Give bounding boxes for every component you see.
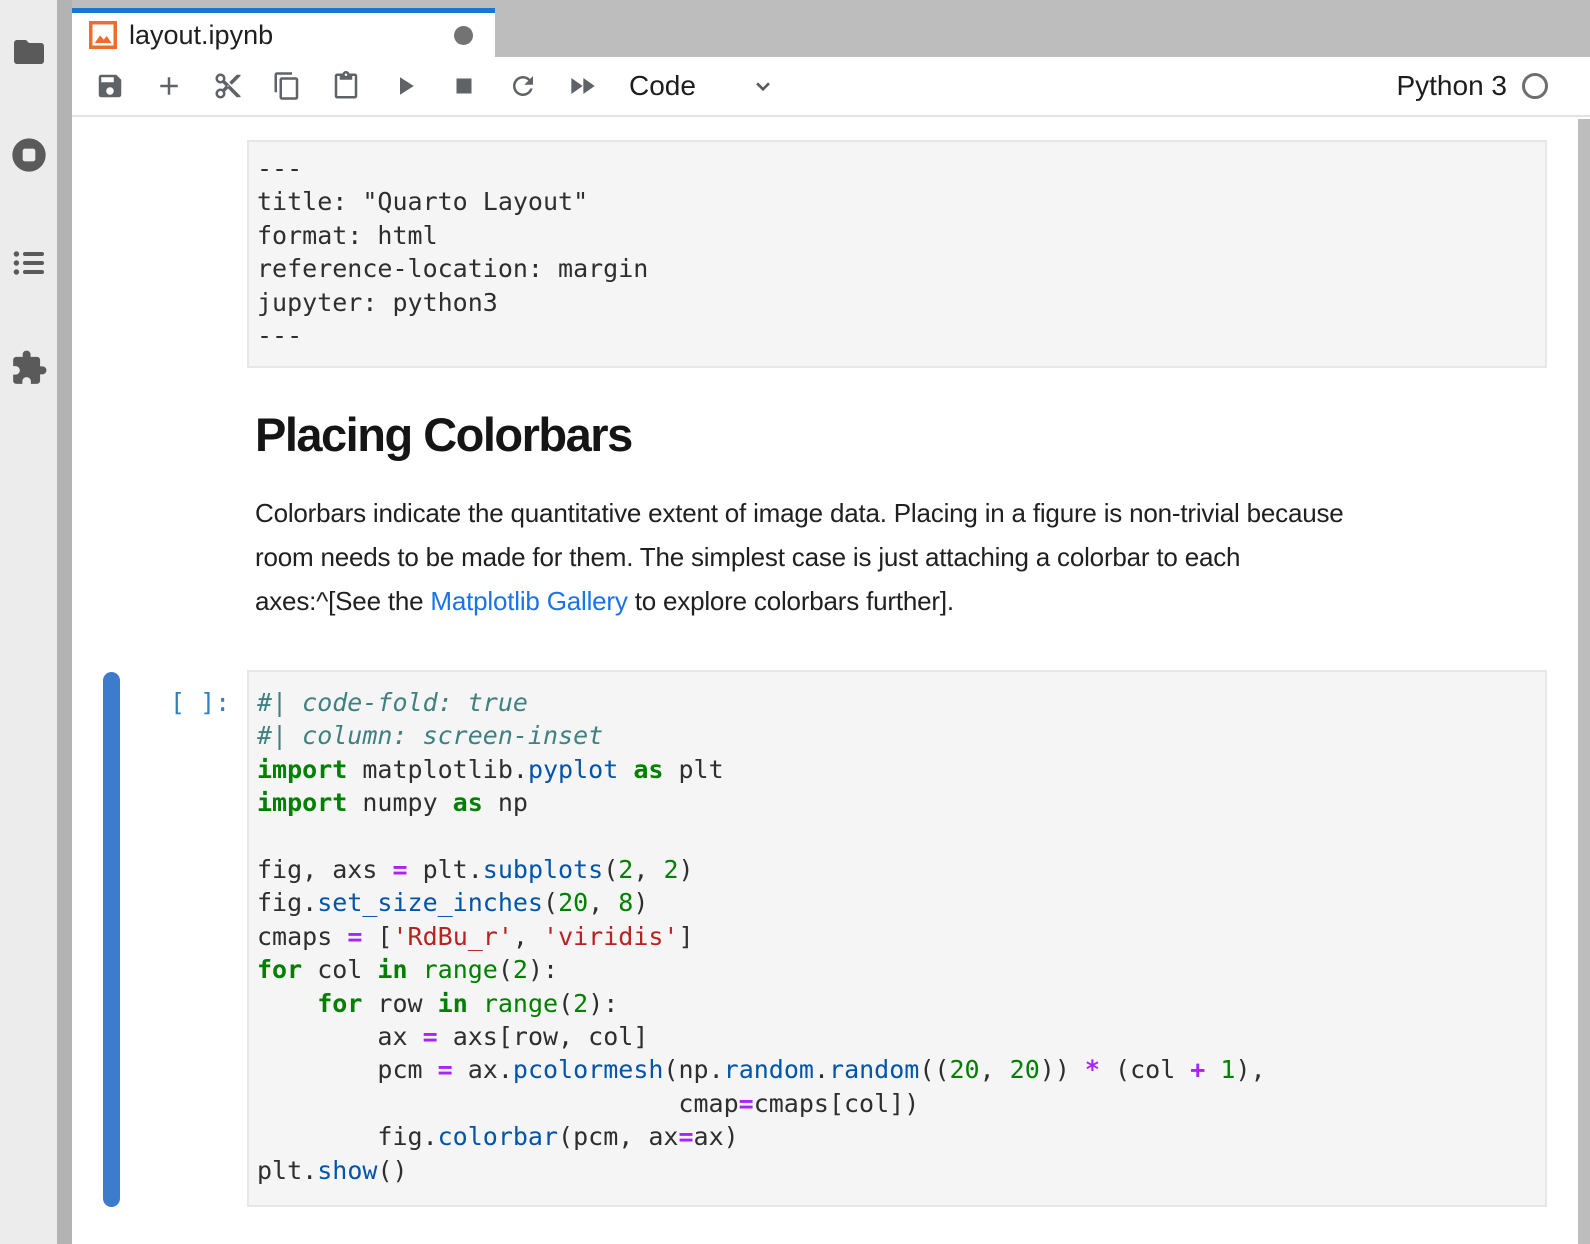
- code-cell-line: for row in range(2):: [257, 987, 1537, 1020]
- tab-bar: layout.ipynb: [72, 0, 1590, 57]
- jupyterlab-window: layout.ipynb C: [0, 0, 1590, 1244]
- unsaved-changes-indicator: [454, 26, 473, 45]
- raw-cell-line: reference-location: margin: [257, 252, 1537, 285]
- left-activity-bar: [0, 0, 57, 1244]
- code-cell-editor[interactable]: #| code-fold: true#| column: screen-inse…: [247, 670, 1547, 1207]
- raw-cell-line: format: html: [257, 219, 1537, 252]
- kernel-status-icon: [1522, 73, 1548, 99]
- code-cell-line: fig.set_size_inches(20, 8): [257, 886, 1537, 919]
- raw-cell-editor[interactable]: ---title: "Quarto Layout"format: htmlref…: [247, 140, 1547, 368]
- folder-icon: [11, 34, 47, 70]
- kernel-indicator[interactable]: Python 3: [1396, 70, 1548, 102]
- kernel-name: Python 3: [1396, 70, 1507, 102]
- cell-type-dropdown[interactable]: Code: [629, 70, 776, 102]
- markdown-heading: Placing Colorbars: [255, 411, 632, 458]
- paragraph-text: axes:^[See the: [255, 586, 430, 616]
- notebook-scrollbar[interactable]: [1578, 119, 1590, 1244]
- code-cell-line: fig, axs = plt.subplots(2, 2): [257, 853, 1537, 886]
- paragraph-text: Colorbars indicate the quantitative exte…: [255, 498, 1344, 528]
- clipboard-icon: [331, 71, 361, 101]
- interrupt-kernel-button[interactable]: [446, 68, 482, 104]
- puzzle-icon: [10, 349, 48, 387]
- run-cell-button[interactable]: [387, 68, 423, 104]
- code-cell-line: import matplotlib.pyplot as plt: [257, 753, 1537, 786]
- code-cell-line: ax = axs[row, col]: [257, 1020, 1537, 1053]
- code-cell-line: #| code-fold: true: [257, 686, 1537, 719]
- notebook-toolbar: Code Python 3: [72, 57, 1590, 117]
- save-icon: [95, 71, 125, 101]
- code-cell-line: #| column: screen-inset: [257, 719, 1537, 752]
- cut-cells-button[interactable]: [210, 68, 246, 104]
- restart-run-all-button[interactable]: [564, 68, 600, 104]
- copy-icon: [272, 71, 302, 101]
- sidebar-item-file-browser[interactable]: [0, 30, 57, 74]
- fast-forward-icon: [566, 70, 598, 102]
- refresh-icon: [508, 71, 538, 101]
- paste-cells-button[interactable]: [328, 68, 364, 104]
- code-cell-line: import numpy as np: [257, 786, 1537, 819]
- insert-cell-button[interactable]: [151, 68, 187, 104]
- stop-icon: [449, 71, 479, 101]
- code-cell-line: plt.show(): [257, 1154, 1537, 1187]
- code-cell-line: cmaps = ['RdBu_r', 'viridis']: [257, 920, 1537, 953]
- markdown-paragraph: Colorbars indicate the quantitative exte…: [255, 491, 1585, 623]
- code-cell-line: [257, 820, 1537, 853]
- notebook-icon: [88, 20, 118, 50]
- plus-icon: [154, 71, 184, 101]
- list-icon: [11, 245, 47, 281]
- sidebar-item-table-of-contents[interactable]: [0, 241, 57, 285]
- code-cell-line: pcm = ax.pcolormesh(np.random.random((20…: [257, 1053, 1537, 1086]
- tab-title: layout.ipynb: [129, 20, 273, 51]
- paragraph-text: to explore colorbars further].: [628, 586, 954, 616]
- sidebar-item-extensions[interactable]: [0, 346, 57, 390]
- run-icon: [390, 71, 420, 101]
- paragraph-text: room needs to be made for them. The simp…: [255, 542, 1240, 572]
- code-cell-line: for col in range(2):: [257, 953, 1537, 986]
- copy-cells-button[interactable]: [269, 68, 305, 104]
- notebook-panel: ---title: "Quarto Layout"format: htmlref…: [72, 119, 1578, 1244]
- cell-input-prompt: [ ]:: [170, 686, 230, 719]
- chevron-down-icon: [750, 73, 776, 99]
- stop-circle-icon: [9, 135, 49, 175]
- sidebar-divider: [57, 0, 72, 1244]
- sidebar-item-running-kernels[interactable]: [0, 133, 57, 177]
- scissors-icon: [213, 71, 243, 101]
- active-cell-collapser[interactable]: [103, 672, 120, 1207]
- cell-type-label: Code: [629, 70, 696, 102]
- save-button[interactable]: [92, 68, 128, 104]
- raw-cell-line: jupyter: python3: [257, 286, 1537, 319]
- tab-layout-ipynb[interactable]: layout.ipynb: [72, 8, 495, 57]
- raw-cell-line: ---: [257, 152, 1537, 185]
- code-cell-line: fig.colorbar(pcm, ax=ax): [257, 1120, 1537, 1153]
- code-cell-line: cmap=cmaps[col]): [257, 1087, 1537, 1120]
- matplotlib-gallery-link[interactable]: Matplotlib Gallery: [430, 586, 627, 616]
- restart-kernel-button[interactable]: [505, 68, 541, 104]
- raw-cell-line: title: "Quarto Layout": [257, 185, 1537, 218]
- raw-cell-line: ---: [257, 319, 1537, 352]
